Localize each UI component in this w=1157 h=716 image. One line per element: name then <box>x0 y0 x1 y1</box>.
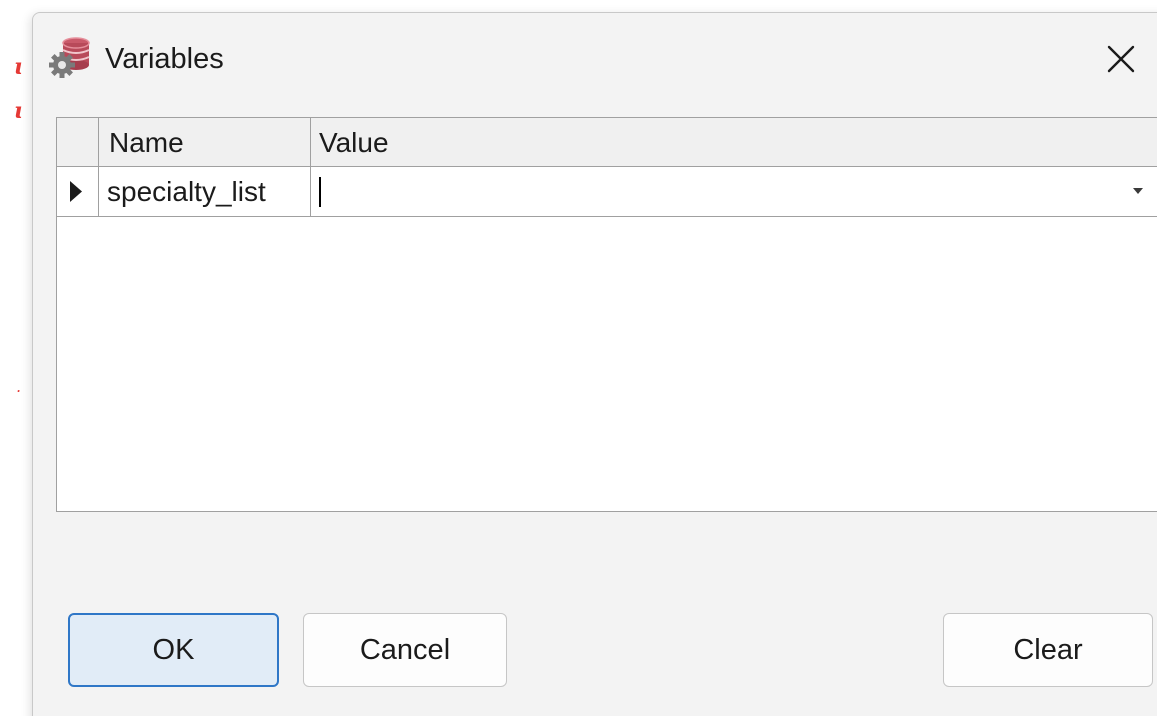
column-header-value[interactable]: Value <box>311 118 1157 166</box>
background-mark: ɩ <box>14 98 23 124</box>
background-mark: ˙ <box>14 389 21 405</box>
text-caret <box>319 177 321 207</box>
current-row-arrow-icon <box>70 181 82 202</box>
row-selector[interactable] <box>57 167 99 216</box>
variable-value-combobox[interactable] <box>311 167 1157 216</box>
close-icon <box>1107 45 1135 73</box>
variable-name-cell: specialty_list <box>99 167 311 216</box>
background-mark: ɩ <box>14 54 23 80</box>
title-bar: Variables <box>33 13 1157 109</box>
database-gear-icon <box>48 35 94 79</box>
variables-grid: Name Value specialty_list <box>56 117 1157 512</box>
table-row[interactable]: specialty_list <box>57 167 1157 217</box>
grid-header: Name Value <box>57 118 1157 167</box>
dropdown-button[interactable] <box>1131 184 1145 198</box>
clear-button[interactable]: Clear <box>943 613 1153 687</box>
screen: ɩ ɩ ˙ Variables Name Value specialty_lis… <box>0 0 1157 716</box>
column-header-name[interactable]: Name <box>99 118 311 166</box>
close-button[interactable] <box>1101 39 1141 79</box>
header-corner <box>57 118 99 166</box>
cancel-button[interactable]: Cancel <box>303 613 507 687</box>
chevron-down-icon <box>1133 188 1143 194</box>
variables-dialog: Variables Name Value specialty_list OK C… <box>32 12 1157 716</box>
ok-button[interactable]: OK <box>68 613 279 687</box>
dialog-title: Variables <box>105 43 224 75</box>
